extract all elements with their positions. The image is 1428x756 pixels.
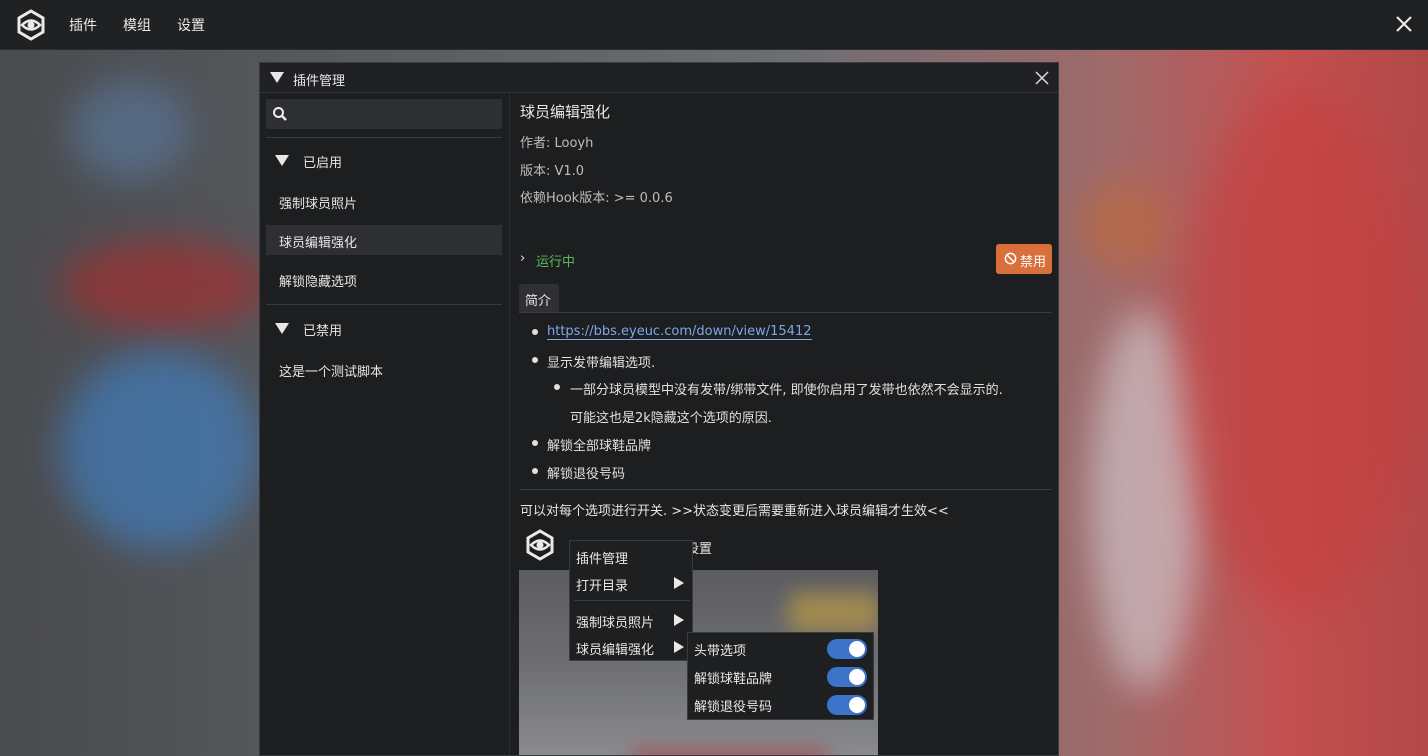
plugin-list-panel: 已启用 强制球员照片 球员编辑强化 解锁隐藏选项 已禁用 这是一个测试脚本 <box>260 93 510 755</box>
disable-button[interactable]: 禁用 <box>996 244 1052 274</box>
toggle-switch <box>827 695 867 715</box>
divider <box>266 304 502 305</box>
plugin-hook-version: 依赖Hook版本: >= 0.0.6 <box>520 191 673 206</box>
bullet-icon <box>532 440 538 446</box>
submenu-label: 解锁球鞋品牌 <box>694 672 773 687</box>
chevron-right-icon[interactable]: › <box>520 251 525 266</box>
divider <box>519 489 1052 490</box>
expand-triangle-icon <box>275 323 289 334</box>
submenu-headband: 头带选项 <box>688 635 873 661</box>
plugin-item-unlock-hidden[interactable]: 解锁隐藏选项 <box>266 264 502 294</box>
submenu-retired-numbers: 解锁退役号码 <box>688 691 873 717</box>
bullet-text: 显示发带编辑选项. <box>547 356 656 371</box>
collapse-triangle-icon[interactable] <box>270 72 284 83</box>
preview-submenu: 头带选项 解锁球鞋品牌 解锁退役号码 <box>687 632 874 720</box>
bullet-text: 一部分球员模型中没有发带/绑带文件, 即使你启用了发带也依然不会显示的. <box>570 383 1003 398</box>
bullet-text: 解锁退役号码 <box>547 467 626 482</box>
submenu-arrow-icon <box>674 641 684 653</box>
ctx-open-dir: 打开目录 <box>570 570 692 596</box>
plugin-item-label: 解锁隐藏选项 <box>279 275 358 290</box>
plugin-author: 作者: Looyh <box>520 136 594 151</box>
plugin-item-test-script[interactable]: 这是一个测试脚本 <box>266 354 502 384</box>
app-logo-icon <box>526 529 554 561</box>
bullet-text: 可能这也是2k隐藏这个选项的原因. <box>570 411 772 426</box>
plugin-item-player-edit[interactable]: 球员编辑强化 <box>266 225 502 255</box>
bullet-icon <box>532 357 538 363</box>
menu-settings[interactable]: 设置 <box>177 15 205 35</box>
plugin-item-label: 这是一个测试脚本 <box>279 365 384 380</box>
ctx-label: 强制球员照片 <box>576 616 655 631</box>
ctx-force-photo: 强制球员照片 <box>570 607 692 633</box>
tab-intro[interactable]: 简介 <box>519 284 559 312</box>
bullet-icon <box>532 329 538 335</box>
preview-blur <box>629 750 829 755</box>
ban-icon <box>1004 252 1017 265</box>
bg-blur-red-area <box>1180 90 1420 610</box>
bullet-icon <box>554 384 560 390</box>
divider <box>574 600 690 601</box>
ctx-plugin-manager: 插件管理 <box>570 543 692 569</box>
plugin-item-label: 强制球员照片 <box>279 197 358 212</box>
plugin-link[interactable]: https://bbs.eyeuc.com/down/view/15412 <box>547 324 812 340</box>
submenu-label: 解锁退役号码 <box>694 700 773 715</box>
bullet-icon <box>532 468 538 474</box>
bg-blur-ball <box>1080 180 1170 270</box>
status-running[interactable]: 运行中 <box>536 251 575 270</box>
app-logo-icon[interactable] <box>15 9 47 41</box>
toggle-switch <box>827 639 867 659</box>
bg-blur-2k-logo <box>60 240 270 330</box>
plugin-item-label: 球员编辑强化 <box>279 236 358 251</box>
preview-blur <box>789 592 878 632</box>
window-title: 插件管理 <box>293 74 346 89</box>
plugin-version: 版本: V1.0 <box>520 164 585 179</box>
menu-plugins[interactable]: 插件 <box>69 15 97 35</box>
submenu-shoe-brands: 解锁球鞋品牌 <box>688 663 873 689</box>
search-button[interactable] <box>266 99 294 129</box>
ctx-label: 插件管理 <box>576 552 629 567</box>
preview-context-menu: 插件管理 打开目录 强制球员照片 球员编辑强化 <box>569 540 693 661</box>
toggle-knob <box>849 697 865 713</box>
search-input[interactable] <box>294 99 502 129</box>
usage-note: 可以对每个选项进行开关. >>状态变更后需要重新进入球员编辑才生效<< <box>520 504 949 519</box>
window-titlebar[interactable]: 插件管理 <box>260 63 1058 93</box>
menu-mods[interactable]: 模组 <box>123 15 151 35</box>
expand-triangle-icon <box>275 155 289 166</box>
disable-button-label: 禁用 <box>1020 255 1047 270</box>
group-enabled-label: 已启用 <box>303 156 343 171</box>
submenu-arrow-icon <box>674 614 684 626</box>
ctx-label: 球员编辑强化 <box>576 643 655 658</box>
group-enabled-header[interactable]: 已启用 <box>260 149 509 173</box>
close-icon[interactable] <box>1392 12 1416 36</box>
toggle-switch <box>827 667 867 687</box>
toggle-knob <box>849 669 865 685</box>
group-disabled-label: 已禁用 <box>303 324 343 339</box>
plugin-title: 球员编辑强化 <box>520 103 611 121</box>
ctx-label: 打开目录 <box>576 579 629 594</box>
submenu-arrow-icon <box>674 577 684 589</box>
bg-blur-my-text <box>60 350 260 550</box>
close-icon[interactable] <box>1034 70 1050 86</box>
tab-underline <box>519 312 1052 313</box>
bullet-text: 解锁全部球鞋品牌 <box>547 439 652 454</box>
group-disabled-header[interactable]: 已禁用 <box>260 317 509 341</box>
tab-label: 简介 <box>525 294 552 309</box>
ctx-player-edit: 球员编辑强化 <box>570 634 692 660</box>
plugin-item-force-photo[interactable]: 强制球员照片 <box>266 186 502 216</box>
top-menu-bar: 插件 模组 设置 <box>0 0 1428 50</box>
toggle-knob <box>849 641 865 657</box>
submenu-label: 头带选项 <box>694 644 747 659</box>
divider <box>266 137 502 138</box>
bg-blur-logo <box>70 80 190 180</box>
search-icon <box>273 107 287 121</box>
